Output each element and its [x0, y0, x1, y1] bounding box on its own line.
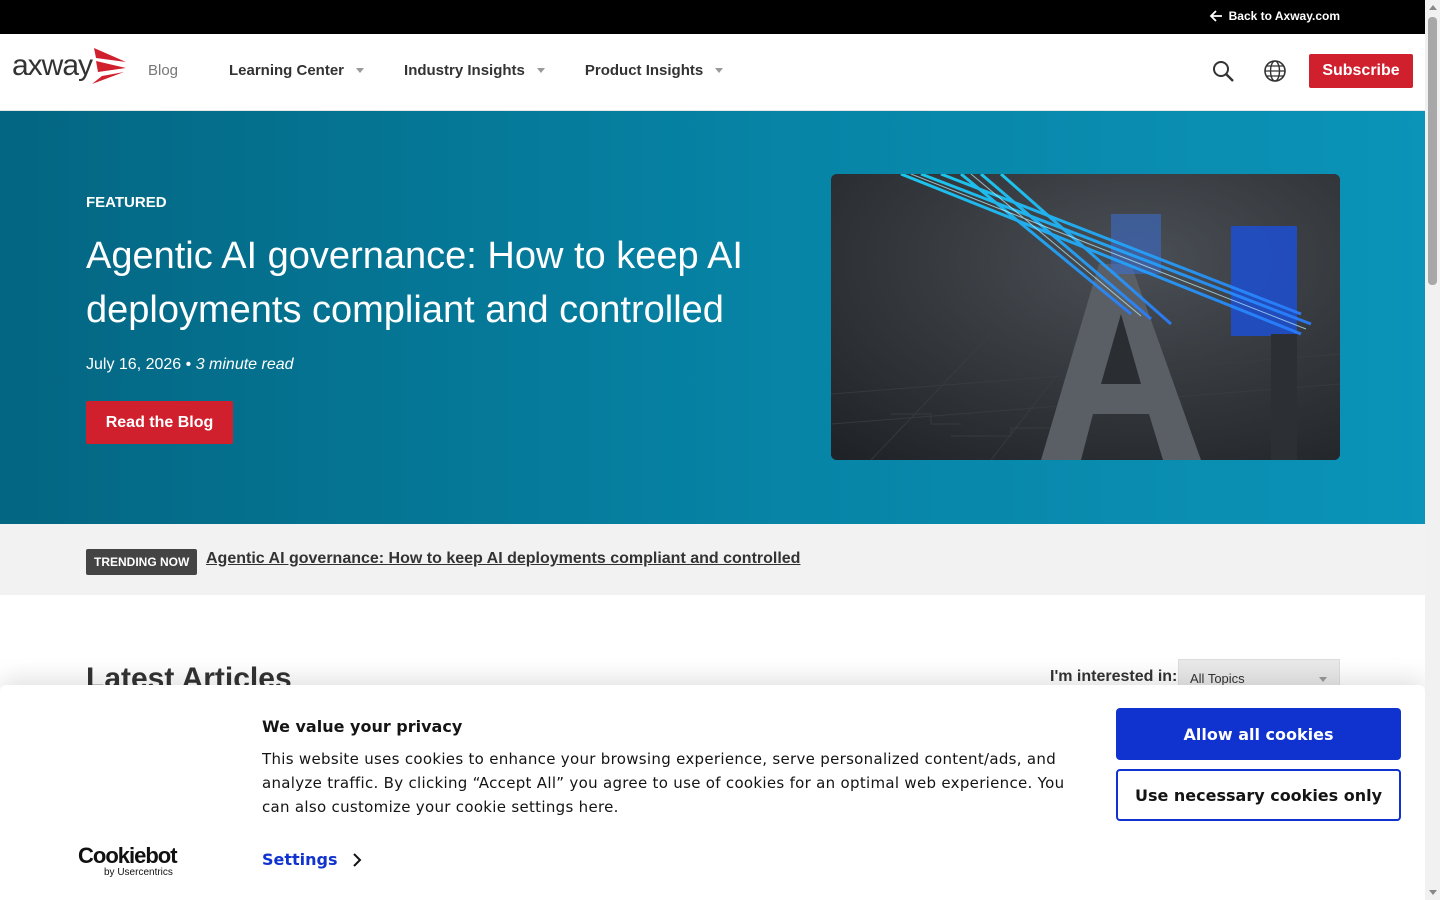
scroll-down-arrow-icon[interactable] — [1429, 890, 1437, 895]
nav-learning-center[interactable]: Learning Center — [229, 62, 365, 79]
necessary-cookies-button[interactable]: Use necessary cookies only — [1116, 769, 1401, 821]
back-link-label: Back to Axway.com — [1228, 9, 1340, 23]
featured-title[interactable]: Agentic AI governance: How to keep AI de… — [86, 229, 786, 337]
globe-icon — [1264, 60, 1286, 82]
chevron-down-icon — [715, 68, 724, 73]
subscribe-button[interactable]: Subscribe — [1309, 54, 1413, 88]
ai-illustration-image — [831, 174, 1340, 460]
cookiebot-wordmark: Cookiebot — [78, 843, 178, 868]
cookie-settings-label: Settings — [262, 850, 338, 869]
axway-logo-mark-icon — [92, 48, 127, 84]
nav-label: Learning Center — [229, 62, 345, 79]
chevron-down-icon — [536, 68, 545, 73]
featured-date: July 16, 2026 — [86, 356, 182, 373]
chevron-down-icon — [356, 68, 365, 73]
chevron-right-icon — [352, 852, 361, 867]
cookie-description: This website uses cookies to enhance you… — [262, 750, 1065, 816]
trending-badge: TRENDING NOW — [86, 549, 198, 575]
trending-article-link[interactable]: Agentic AI governance: How to keep AI de… — [206, 550, 800, 568]
cookiebot-byline: by Usercentrics — [104, 867, 173, 878]
nav-label: Product Insights — [584, 62, 704, 79]
utility-bar: Back to Axway.com — [0, 0, 1425, 34]
interest-label: I'm interested in: — [1050, 668, 1178, 685]
featured-image[interactable] — [831, 174, 1340, 460]
blog-label[interactable]: Blog — [148, 62, 178, 79]
language-button[interactable] — [1263, 59, 1287, 83]
trending-bar: TRENDING NOW Agentic AI governance: How … — [0, 524, 1425, 595]
read-the-blog-button[interactable]: Read the Blog — [86, 401, 233, 444]
back-to-axway-link[interactable]: Back to Axway.com — [1209, 9, 1340, 23]
cookie-settings-link[interactable]: Settings — [262, 850, 362, 869]
scroll-thumb[interactable] — [1428, 17, 1437, 285]
nav-label: Industry Insights — [404, 62, 525, 79]
search-icon — [1213, 61, 1234, 82]
chevron-down-icon — [1319, 677, 1327, 682]
cookie-title: We value your privacy — [262, 717, 463, 736]
nav-industry-insights[interactable]: Industry Insights — [404, 62, 545, 79]
cookie-banner: Cookiebot by Usercentrics We value your … — [0, 685, 1425, 900]
meta-separator: • — [181, 356, 196, 373]
search-button[interactable] — [1211, 59, 1235, 83]
axway-logo[interactable]: axway — [12, 46, 130, 86]
topic-select-value: All Topics — [1190, 671, 1245, 686]
arrow-left-icon — [1209, 10, 1222, 22]
allow-all-cookies-button[interactable]: Allow all cookies — [1116, 708, 1401, 760]
featured-hero: FEATURED Agentic AI governance: How to k… — [0, 111, 1425, 524]
page-scrollbar[interactable] — [1425, 0, 1440, 900]
featured-meta: July 16, 2026 • 3 minute read — [86, 356, 294, 374]
featured-read-time: 3 minute read — [195, 356, 294, 373]
main-nav: Learning Center Industry Insights Produc… — [229, 62, 724, 79]
scroll-up-arrow-icon[interactable] — [1429, 5, 1437, 10]
nav-product-insights[interactable]: Product Insights — [584, 62, 724, 79]
featured-eyebrow: FEATURED — [86, 194, 167, 211]
logo-wordmark: axway — [12, 49, 93, 82]
cookiebot-logo[interactable]: Cookiebot by Usercentrics — [78, 843, 178, 879]
site-header: axway Blog Learning Center Industry Insi… — [0, 34, 1425, 111]
